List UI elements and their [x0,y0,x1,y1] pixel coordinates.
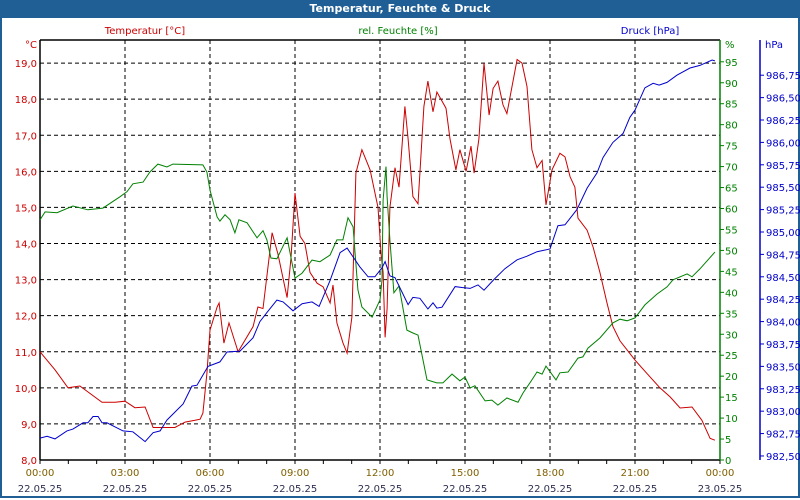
pressure-tick-label: 986,00 [766,138,800,149]
x-tick-time: 00:00 [706,468,735,479]
temperature-tick-label: 8,0 [21,456,37,467]
pressure-tick-label: 983,25 [766,385,800,396]
temperature-tick-label: 14,0 [15,240,37,251]
pressure-tick-label: 985,50 [766,183,800,194]
pressure-tick-label: 986,50 [766,94,800,105]
humidity-tick-label: 0 [725,456,731,467]
legend-humidity: rel. Feuchte [%] [358,26,437,37]
x-tick-date: 22.05.25 [613,484,658,495]
x-tick-date: 22.05.25 [273,484,318,495]
humidity-tick-label: 5 [725,435,731,446]
pressure-tick-label: 986,25 [766,116,800,127]
pressure-tick-label: 985,25 [766,206,800,217]
pressure-tick-label: 983,75 [766,340,800,351]
pressure-tick-label: 982,50 [766,452,800,463]
pressure-tick-label: 984,75 [766,250,800,261]
humidity-tick-label: 95 [725,58,738,69]
humidity-series-line [39,163,716,406]
temperature-unit: °C [25,40,37,51]
x-tick-time: 09:00 [281,468,310,479]
pressure-tick-label: 986,75 [766,71,800,82]
humidity-tick-label: 30 [725,330,738,341]
temperature-tick-label: 18,0 [15,95,37,106]
pressure-tick-label: 984,25 [766,295,800,306]
humidity-tick-label: 15 [725,393,738,404]
x-tick-date: 22.05.25 [103,484,148,495]
x-tick-date: 22.05.25 [443,484,488,495]
x-tick-time: 18:00 [536,468,565,479]
temperature-tick-label: 15,0 [15,203,37,214]
humidity-tick-label: 55 [725,225,738,236]
humidity-tick-label: 50 [725,246,738,257]
chart: Temperatur [°C] rel. Feuchte [%] Druck [… [15,26,800,495]
humidity-tick-label: 20 [725,372,738,383]
pressure-tick-label: 983,00 [766,407,800,418]
x-tick-time: 00:00 [26,468,55,479]
x-tick-date: 22.05.25 [188,484,233,495]
humidity-tick-label: 40 [725,288,738,299]
humidity-tick-label: 25 [725,351,738,362]
temperature-tick-label: 13,0 [15,276,37,287]
legend-temperature: Temperatur [°C] [104,26,185,37]
pressure-tick-label: 985,75 [766,161,800,172]
temperature-tick-label: 17,0 [15,131,37,142]
humidity-tick-label: 90 [725,79,738,90]
x-tick-date: 22.05.25 [358,484,403,495]
x-tick-time: 06:00 [196,468,225,479]
temperature-series-line [39,58,716,441]
humidity-tick-label: 70 [725,163,738,174]
x-tick-time: 15:00 [451,468,480,479]
temperature-tick-label: 12,0 [15,312,37,323]
humidity-tick-label: 10 [725,414,738,425]
pressure-tick-label: 982,75 [766,430,800,441]
humidity-tick-label: 80 [725,121,738,132]
temperature-tick-label: 10,0 [15,384,37,395]
temperature-tick-label: 19,0 [15,59,37,70]
x-tick-time: 03:00 [111,468,140,479]
x-tick-time: 12:00 [366,468,395,479]
humidity-unit: % [725,40,735,51]
pressure-tick-label: 984,00 [766,318,800,329]
temperature-tick-label: 16,0 [15,167,37,178]
x-tick-date: 22.05.25 [18,484,63,495]
pressure-unit: hPa [765,40,783,51]
x-tick-date: 22.05.25 [528,484,573,495]
pressure-tick-label: 983,50 [766,362,800,373]
pressure-series-line [39,59,716,443]
humidity-tick-label: 75 [725,142,738,153]
temperature-tick-label: 9,0 [21,420,37,431]
x-tick-date: 23.05.25 [698,484,743,495]
humidity-tick-label: 60 [725,205,738,216]
humidity-tick-label: 45 [725,267,738,278]
x-tick-time: 21:00 [621,468,650,479]
legend-pressure: Druck [hPa] [621,26,680,37]
humidity-tick-label: 35 [725,309,738,320]
pressure-tick-label: 984,50 [766,273,800,284]
humidity-tick-label: 65 [725,184,738,195]
pressure-tick-label: 985,00 [766,228,800,239]
humidity-tick-label: 85 [725,100,738,111]
temperature-tick-label: 11,0 [15,348,37,359]
